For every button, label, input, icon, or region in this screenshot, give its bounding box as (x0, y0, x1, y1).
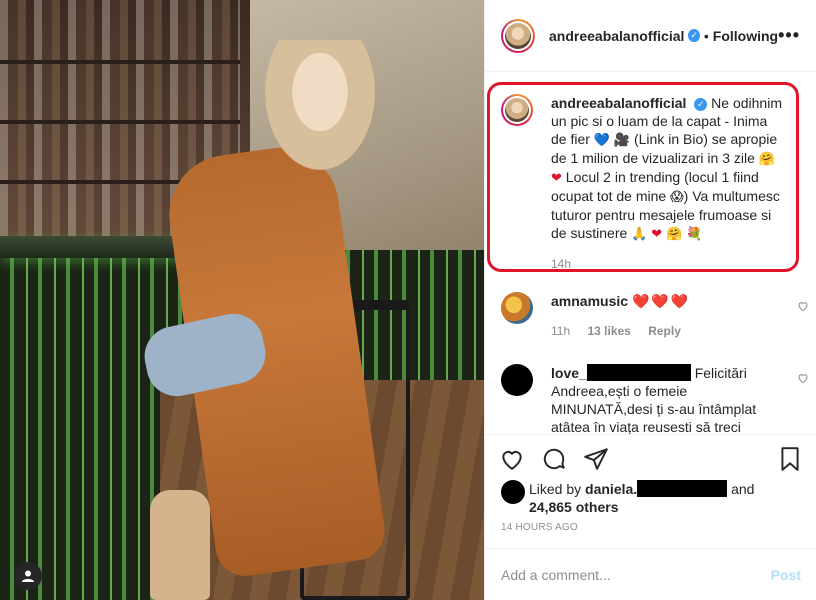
add-comment-bar: Post (485, 548, 816, 600)
like-comment-heart-icon[interactable] (797, 372, 809, 384)
comment-time[interactable]: 11h (551, 324, 570, 338)
comment-likes[interactable]: 13 likes (587, 324, 630, 338)
hug-emoji-icon: 🤗 (758, 151, 775, 166)
comment-username[interactable]: amnamusic (551, 293, 628, 309)
comment-item: amnamusic ❤️❤️❤️ 11h 13 likes Reply (501, 292, 808, 340)
comment-input[interactable] (501, 566, 771, 583)
red-heart-emoji-icon: ❤ (551, 170, 562, 185)
tagged-user-icon[interactable] (14, 562, 42, 590)
astonished-emoji-icon: 😱 (670, 189, 684, 204)
redacted-username (637, 480, 728, 497)
comment-text: ❤️❤️❤️ (631, 293, 691, 309)
separator-dot: • (703, 27, 709, 44)
caption-avatar[interactable] (501, 94, 533, 126)
action-bar (485, 434, 816, 482)
save-bookmark-icon[interactable] (777, 446, 803, 472)
redacted-username (586, 364, 691, 381)
caption: andreeabalanofficial ✓ Ne odihnim un pic… (501, 94, 805, 273)
avatar[interactable] (501, 18, 535, 53)
comment-item: love_ Felicitări Andreea,ești o femeie M… (501, 364, 808, 434)
likes-others-count[interactable]: 24,865 others (529, 499, 619, 515)
post-header: andreeabalanofficial ✓ • Following ••• (485, 0, 816, 72)
likes-summary: Liked by daniela. and 24,865 others (501, 480, 801, 516)
following-button[interactable]: Following (713, 28, 778, 44)
photo-shelf (0, 60, 240, 64)
header-username[interactable]: andreeabalanofficial (549, 28, 684, 44)
hug-emoji-icon: 🤗 (666, 226, 683, 241)
bouquet-emoji-icon: 💐 (686, 226, 703, 241)
post-photo[interactable] (0, 0, 484, 600)
comment-avatar[interactable] (501, 292, 533, 324)
post-timestamp[interactable]: 14 HOURS AGO (501, 522, 578, 533)
more-options-icon[interactable]: ••• (778, 25, 800, 46)
reply-button[interactable]: Reply (648, 324, 681, 338)
post-comment-button[interactable]: Post (771, 567, 801, 583)
like-heart-icon[interactable] (499, 446, 525, 472)
verified-icon: ✓ (694, 97, 708, 111)
comments-section[interactable]: andreeabalanofficial ✓ Ne odihnim un pic… (485, 72, 816, 434)
caption-time[interactable]: 14h (551, 257, 571, 271)
post-details-panel: andreeabalanofficial ✓ • Following ••• a… (484, 0, 816, 600)
comment-bubble-icon[interactable] (541, 446, 567, 472)
liker-username[interactable]: daniela. (585, 481, 637, 497)
comment-avatar[interactable] (501, 364, 533, 396)
praying-hands-emoji-icon: 🙏 (631, 226, 648, 241)
user-icon (22, 570, 34, 582)
blue-heart-emoji-icon: 💙 (593, 132, 610, 147)
liked-by-prefix: Liked by (529, 481, 582, 497)
photo-boot (150, 490, 210, 600)
likes-and: and (731, 481, 755, 497)
avatar-image (505, 22, 531, 49)
comment-username[interactable]: love_ (551, 365, 587, 381)
caption-username[interactable]: andreeabalanofficial (551, 95, 686, 111)
photo-shelf (0, 120, 240, 124)
video-camera-emoji-icon: 🎥 (613, 132, 631, 147)
like-comment-heart-icon[interactable] (797, 300, 809, 312)
red-heart-emoji-icon: ❤ (651, 226, 663, 241)
share-paper-plane-icon[interactable] (583, 446, 609, 472)
verified-icon: ✓ (688, 29, 700, 42)
liker-avatar[interactable] (501, 480, 525, 504)
photo-person-head (265, 40, 375, 170)
